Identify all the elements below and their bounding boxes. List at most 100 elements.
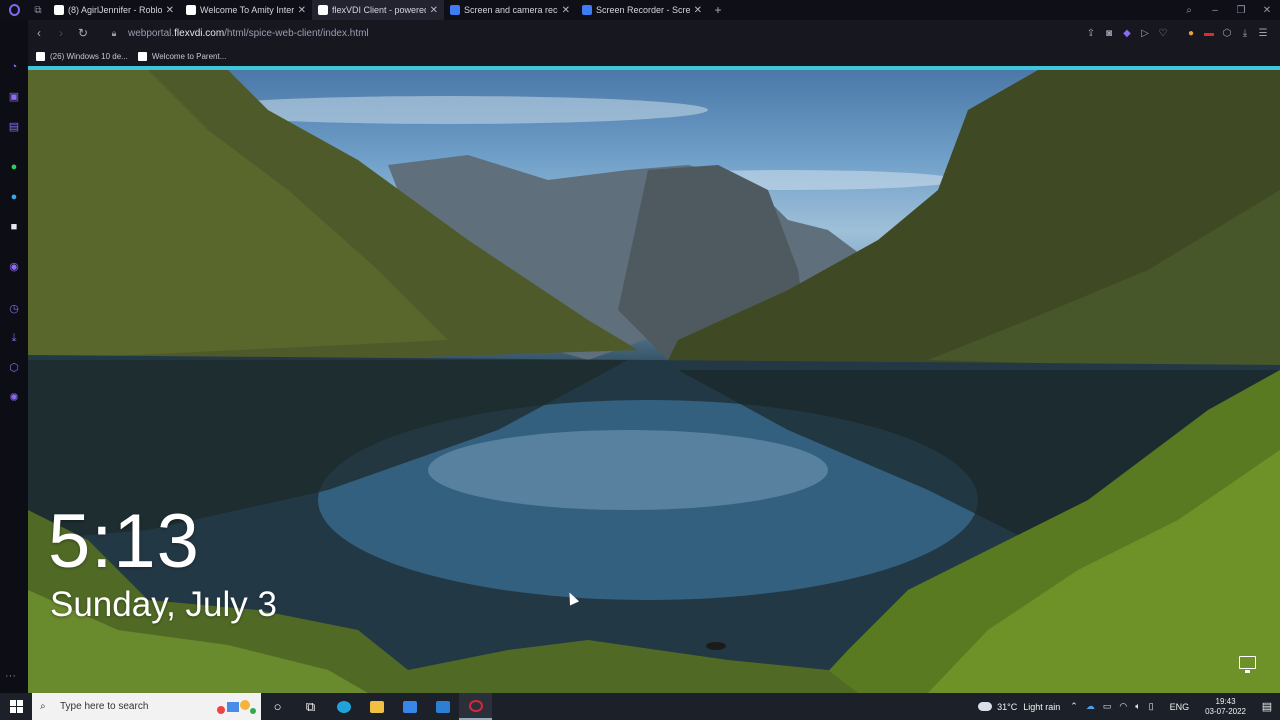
address-bar: ‹ › ↻ 🔒︎ webportal.flexvdi.com/html/spic… bbox=[28, 20, 1280, 46]
back-icon[interactable]: ‹ bbox=[28, 26, 50, 40]
search-icon: ⌕ bbox=[40, 701, 46, 712]
tab-label: (8) AgirlJennifer - Roblox bbox=[68, 5, 162, 15]
system-tray: 31°C Light rain ⌃ ☁ ▭ ◠ 🔈︎ ▯ ENG 19:43 0… bbox=[978, 693, 1280, 720]
forward-icon[interactable]: › bbox=[50, 26, 72, 40]
close-window-icon[interactable]: ✕ bbox=[1254, 5, 1280, 16]
close-icon[interactable]: ✕ bbox=[694, 5, 702, 16]
close-icon[interactable]: ✕ bbox=[562, 5, 570, 16]
display-icon[interactable]: ▭ bbox=[1103, 701, 1112, 712]
weather-widget[interactable]: 31°C Light rain bbox=[978, 702, 1060, 712]
weather-temp: 31°C bbox=[997, 701, 1018, 712]
cube-extension-icon[interactable]: ⬡ bbox=[1218, 28, 1236, 39]
taskbar-search-box[interactable]: ⌕ Type here to search bbox=[32, 693, 261, 720]
shopping-bag-icon[interactable]: ▣ bbox=[7, 90, 21, 104]
tab-screcorder[interactable]: Screen Recorder - Scre.io ✕ bbox=[576, 0, 708, 20]
start-button[interactable] bbox=[0, 693, 32, 720]
close-icon[interactable]: ✕ bbox=[430, 5, 438, 16]
screcorder-favicon-icon bbox=[582, 5, 592, 15]
recorder-extension-icon[interactable]: ▬ bbox=[1200, 28, 1218, 39]
rain-cloud-icon bbox=[978, 702, 993, 711]
chat-icon[interactable]: ■ bbox=[7, 220, 21, 234]
search-tabs-icon[interactable]: ⌕ bbox=[1176, 5, 1202, 16]
bookmark-label: Welcome to Parent... bbox=[151, 51, 227, 61]
opera-sidebar: ◔ ▣ ▤ ● ● ■ ◉ ◷ ⤓ ⬡ ✺ ··· bbox=[0, 20, 28, 693]
task-view-icon[interactable]: ⧉ bbox=[294, 693, 327, 720]
remote-desktop-lockscreen[interactable]: 5:13 Sunday, July 3 bbox=[28, 70, 1280, 693]
close-icon[interactable]: ✕ bbox=[166, 5, 174, 16]
close-icon[interactable]: ✕ bbox=[298, 5, 306, 16]
share-icon[interactable]: ⇪ bbox=[1082, 28, 1100, 39]
tab-label: Screen and camera record bbox=[464, 5, 558, 15]
speed-dial-icon[interactable]: ◔ bbox=[7, 60, 21, 74]
downloads-icon[interactable]: ⤓ bbox=[7, 331, 21, 345]
search-placeholder: Type here to search bbox=[60, 701, 149, 712]
settings-icon[interactable]: ✺ bbox=[7, 391, 21, 405]
bookmarks-bar: (26) Windows 10 de... Welcome to Parent.… bbox=[28, 46, 1280, 66]
battery-icon[interactable]: ▯ bbox=[1149, 701, 1154, 712]
snapshot-icon[interactable]: ◙ bbox=[1100, 28, 1118, 39]
window-controls: ⌕ – ❐ ✕ bbox=[1176, 0, 1280, 20]
windows-taskbar: ⌕ Type here to search ○ ⧉ 31°C Light rai… bbox=[0, 693, 1280, 720]
menu-icon[interactable]: ☰ bbox=[1254, 28, 1272, 39]
mail-icon[interactable] bbox=[426, 693, 459, 720]
chevron-up-icon[interactable]: ⌃ bbox=[1070, 701, 1078, 712]
send-icon[interactable]: ▷ bbox=[1136, 28, 1154, 39]
history-icon[interactable]: ◷ bbox=[7, 302, 21, 316]
tab-amity[interactable]: Welcome To Amity Interna ✕ bbox=[180, 0, 312, 20]
restore-icon[interactable]: ❐ bbox=[1228, 5, 1254, 16]
tab-strip: ⧉ (8) AgirlJennifer - Roblox ✕ Welcome T… bbox=[0, 0, 1280, 20]
edge-icon[interactable] bbox=[327, 693, 360, 720]
url-path: /html/spice-web-client/index.html bbox=[224, 27, 369, 39]
twitter-icon[interactable]: ● bbox=[7, 190, 21, 204]
notification-icon[interactable]: ▤ bbox=[1254, 700, 1280, 713]
store-icon[interactable] bbox=[393, 693, 426, 720]
lockscreen-date: Sunday, July 3 bbox=[50, 585, 277, 624]
tab-flexvdi[interactable]: flexVDI Client - powered by ✕ bbox=[312, 0, 444, 20]
taskbar-clock[interactable]: 19:43 03-07-2022 bbox=[1205, 697, 1246, 717]
url-field[interactable]: webportal.flexvdi.com/html/spice-web-cli… bbox=[128, 28, 369, 39]
tab-label: Screen Recorder - Scre.io bbox=[596, 5, 690, 15]
player-icon[interactable]: ◉ bbox=[7, 260, 21, 274]
reload-icon[interactable]: ↻ bbox=[72, 26, 94, 40]
cookie-extension-icon[interactable]: ● bbox=[1182, 28, 1200, 39]
network-status-icon[interactable] bbox=[1239, 656, 1256, 673]
tab-label: flexVDI Client - powered by bbox=[332, 5, 426, 15]
twitch-icon[interactable]: ▤ bbox=[7, 120, 21, 134]
extensions-icon[interactable]: ⬡ bbox=[7, 361, 21, 375]
tab-label: Welcome To Amity Interna bbox=[200, 5, 294, 15]
bookmark-label: (26) Windows 10 de... bbox=[50, 51, 128, 61]
opera-taskbar-icon[interactable] bbox=[459, 693, 492, 720]
taskbar-time: 19:43 bbox=[1215, 696, 1236, 706]
page-favicon-icon bbox=[186, 5, 196, 15]
url-prefix: webportal. bbox=[128, 27, 175, 39]
lock-icon[interactable]: 🔒︎ bbox=[104, 28, 124, 39]
vpn-icon[interactable]: ◆ bbox=[1118, 28, 1136, 39]
whatsapp-icon[interactable]: ● bbox=[7, 160, 21, 174]
tab-screencastify[interactable]: Screen and camera record ✕ bbox=[444, 0, 576, 20]
flexvdi-favicon-icon bbox=[318, 5, 328, 15]
screencastify-favicon-icon bbox=[450, 5, 460, 15]
opera-logo-icon[interactable] bbox=[0, 0, 28, 20]
wifi-icon[interactable]: ◠ bbox=[1119, 701, 1127, 712]
heart-icon[interactable]: ♡ bbox=[1154, 28, 1172, 39]
bookmark-item[interactable]: (26) Windows 10 de... bbox=[36, 51, 128, 61]
onedrive-icon[interactable]: ☁ bbox=[1086, 701, 1095, 712]
url-domain: flexvdi.com bbox=[174, 27, 225, 39]
address-bar-actions: ⇪ ◙ ◆ ▷ ♡ ● ▬ ⬡ ⤓ ☰ bbox=[1082, 28, 1280, 39]
workspaces-icon[interactable]: ⧉ bbox=[28, 5, 48, 16]
lockscreen-time: 5:13 bbox=[48, 499, 200, 584]
more-icon[interactable]: ··· bbox=[5, 670, 16, 682]
download-icon[interactable]: ⤓ bbox=[1236, 28, 1254, 39]
language-indicator[interactable]: ENG bbox=[1170, 702, 1190, 712]
page-favicon-icon bbox=[137, 51, 147, 61]
new-tab-button[interactable]: + bbox=[708, 3, 728, 17]
weather-desc: Light rain bbox=[1023, 701, 1061, 712]
taskbar-date: 03-07-2022 bbox=[1205, 706, 1246, 716]
minimize-icon[interactable]: – bbox=[1202, 5, 1228, 16]
file-explorer-icon[interactable] bbox=[360, 693, 393, 720]
roblox-favicon-icon bbox=[36, 51, 45, 61]
cortana-icon[interactable]: ○ bbox=[261, 693, 294, 720]
volume-icon[interactable]: 🔈︎ bbox=[1135, 701, 1140, 712]
bookmark-item[interactable]: Welcome to Parent... bbox=[137, 51, 227, 61]
tab-roblox[interactable]: (8) AgirlJennifer - Roblox ✕ bbox=[48, 0, 180, 20]
